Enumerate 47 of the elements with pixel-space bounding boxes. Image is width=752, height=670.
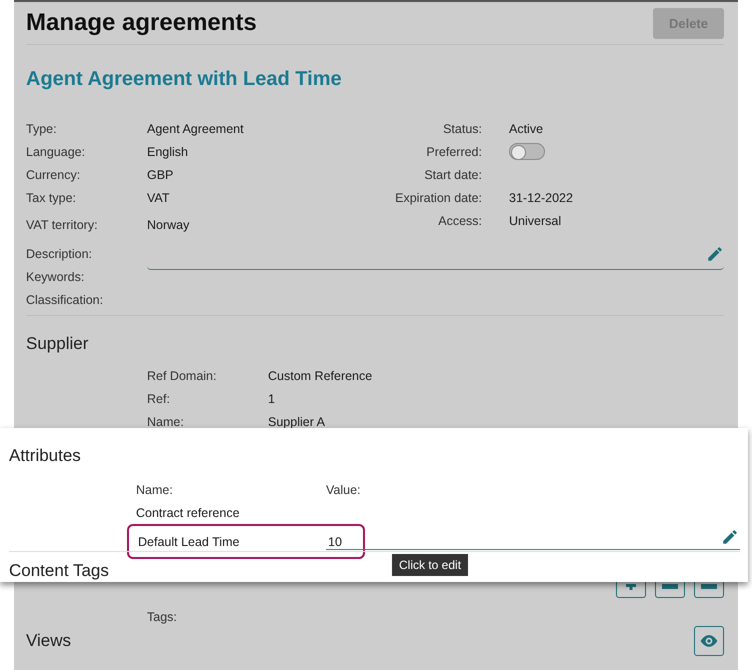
field-value: GBP	[147, 168, 174, 182]
field-value: Norway	[147, 218, 190, 232]
field-label: Description:	[26, 246, 93, 263]
field-label: Type:	[26, 122, 58, 136]
field-value: 1	[268, 392, 275, 406]
field-label: Tags:	[147, 610, 177, 624]
tooltip: Click to edit	[392, 554, 468, 576]
field-label: Expiration date:	[394, 190, 482, 204]
export-button[interactable]	[694, 582, 724, 598]
agreement-title: Agent Agreement with Lead Time	[26, 68, 343, 91]
add-remove-button[interactable]	[616, 582, 646, 598]
field-value: Supplier A	[268, 414, 325, 428]
field-label: Ref:	[147, 392, 171, 406]
field-label: Start date:	[423, 168, 482, 182]
field-value: Agent Agreement	[147, 122, 244, 136]
attribute-name: Default Lead Time	[138, 534, 240, 548]
field-label: Tax type:	[26, 190, 78, 204]
field-label: Keywords:	[26, 269, 86, 286]
field-label: Ref Domain:	[147, 368, 218, 382]
field-value: 31-12-2022	[509, 190, 573, 204]
field-value: English	[147, 144, 188, 158]
field-label: Access:	[437, 214, 482, 228]
page-title: Manage agreements	[26, 9, 257, 37]
field-value: VAT	[147, 190, 170, 204]
field-label: Status:	[442, 122, 482, 136]
field-label: Classification:	[26, 292, 104, 309]
field-label: Currency:	[26, 168, 82, 182]
column-header: Value:	[326, 482, 361, 496]
column-header: Name:	[136, 482, 174, 496]
section-heading: Content Tags	[9, 561, 109, 581]
attribute-name: Contract reference	[136, 506, 241, 520]
section-heading: Supplier	[26, 334, 90, 354]
field-label: Name:	[147, 414, 185, 428]
edit-icon[interactable]	[706, 245, 724, 263]
preferred-toggle[interactable]	[509, 143, 545, 160]
field-value: Universal	[509, 214, 562, 228]
field-value: Active	[509, 122, 544, 136]
import-button[interactable]	[655, 582, 685, 598]
section-heading: Views	[26, 631, 72, 651]
field-value: Custom Reference	[268, 368, 372, 382]
view-button[interactable]	[694, 626, 724, 656]
attribute-value: 10	[328, 534, 342, 548]
field-label: Language:	[26, 144, 86, 158]
field-label: VAT territory:	[26, 218, 99, 232]
field-label: Preferred:	[425, 144, 482, 158]
section-heading: Attributes	[9, 446, 82, 466]
edit-icon[interactable]	[721, 528, 739, 546]
